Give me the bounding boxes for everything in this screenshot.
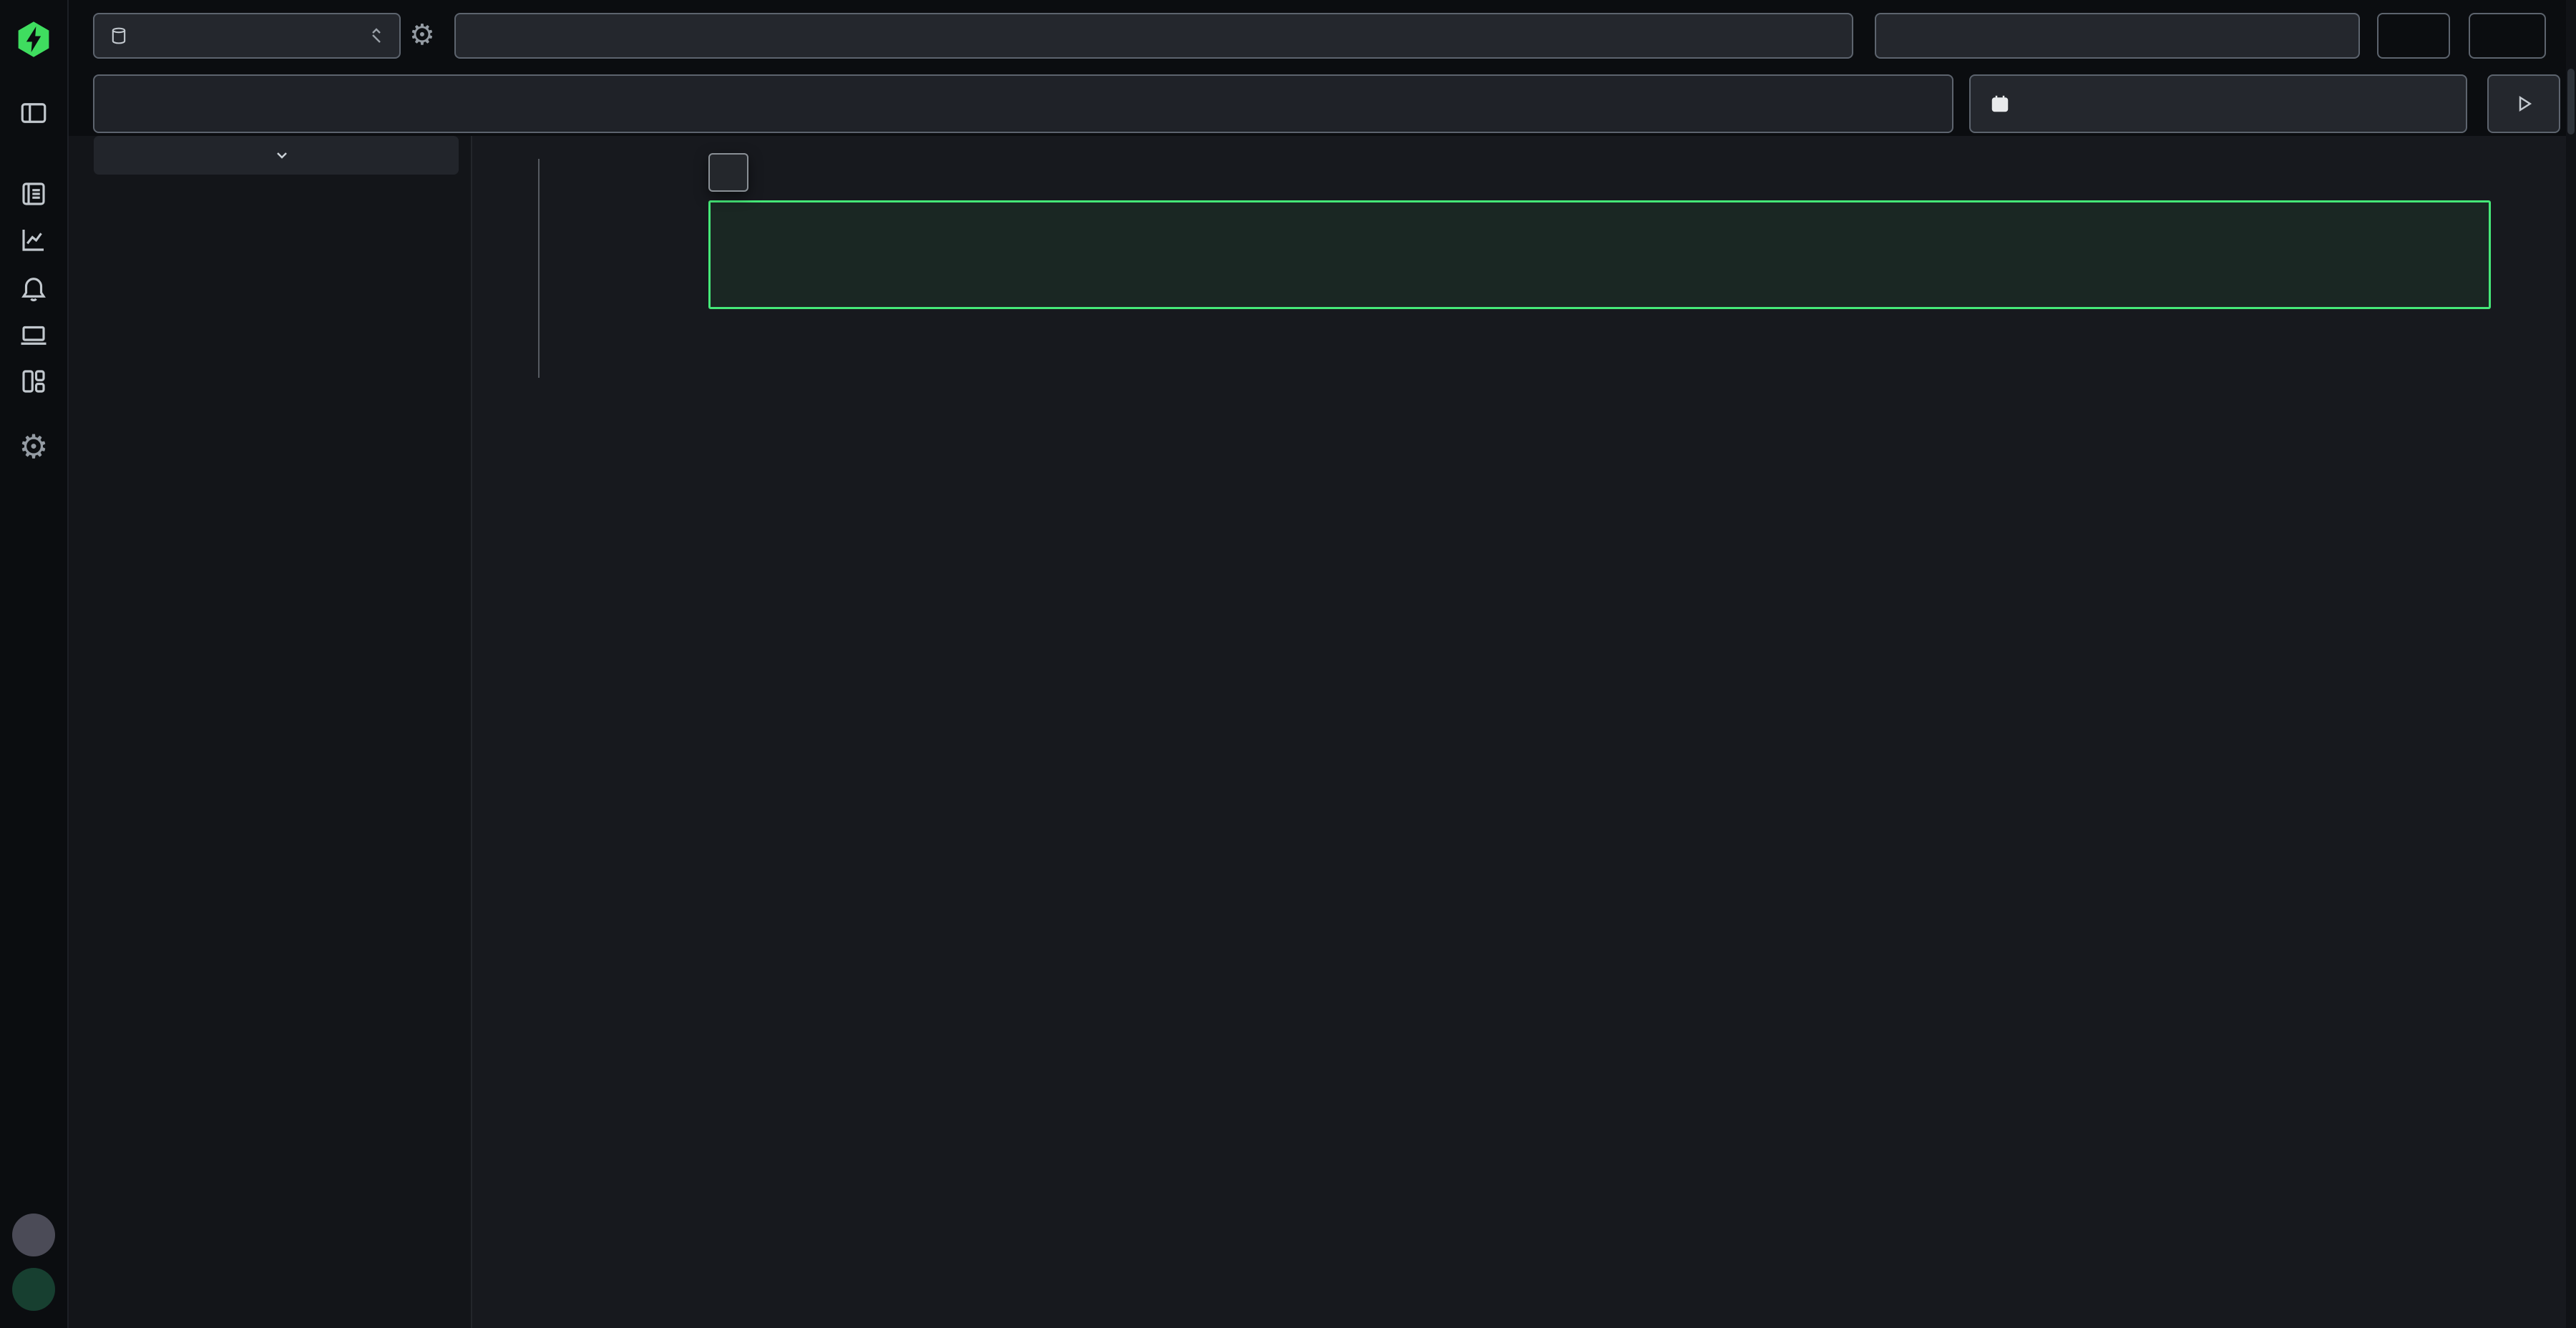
sessions-laptop-icon[interactable] [19,320,49,350]
scrollbar-thumb[interactable] [2567,69,2575,135]
calendar-icon [1989,93,2011,114]
search-box [93,74,1953,133]
chevron-down-icon [273,147,291,164]
panels-icon[interactable] [19,98,49,128]
sql-orderby-input[interactable] [1875,13,2360,59]
datasource-icon [109,26,129,46]
chart-icon[interactable] [19,225,49,255]
run-query-button[interactable] [2487,74,2560,133]
play-icon [2513,93,2534,114]
source-settings-gear-icon[interactable]: ⚙ [409,19,435,52]
app-logo[interactable] [14,20,53,59]
source-select[interactable] [93,13,401,59]
heatmap-y-axis [538,159,540,378]
sql-select-input[interactable] [454,13,1853,59]
filter-by-selection-tooltip[interactable] [708,153,748,192]
more-filters-button[interactable] [94,136,459,175]
app-root: ⚙ [0,0,2576,1328]
date-range-picker[interactable] [1969,74,2467,133]
nav-rail: ⚙ [0,0,69,1328]
save-button[interactable] [2377,13,2450,59]
topbar: ⚙ [69,0,2576,136]
alerts-bell-icon[interactable] [19,273,49,303]
scrollbar-track [2566,0,2576,1328]
sidebar [69,136,472,1328]
help-button[interactable] [12,1214,55,1256]
heatmap-selection[interactable] [708,200,2491,309]
logs-icon[interactable] [19,179,49,209]
dashboards-icon[interactable] [19,366,49,396]
user-avatar[interactable] [12,1268,55,1311]
search-input[interactable] [94,92,1911,117]
chevron-updown-icon [368,25,385,47]
settings-gear-icon[interactable]: ⚙ [19,427,48,466]
alerts-button[interactable] [2469,13,2546,59]
